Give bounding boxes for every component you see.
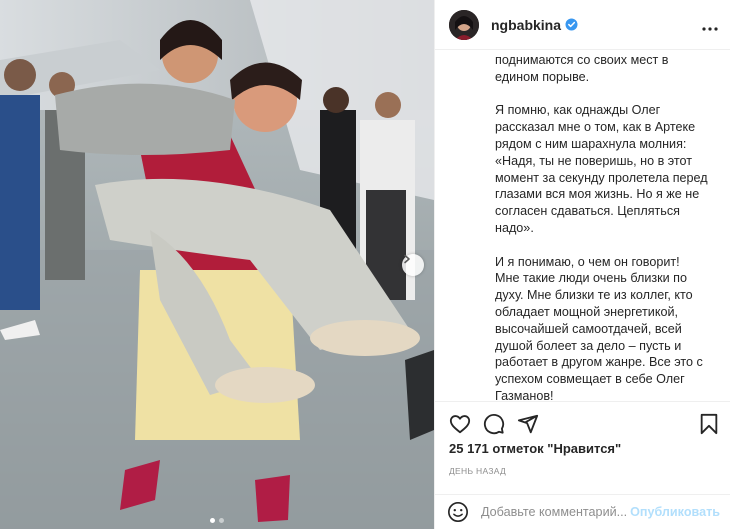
caption-line: духу. Мне близки те из коллег, кто xyxy=(495,288,693,303)
avatar[interactable] xyxy=(449,9,479,40)
verified-badge-icon xyxy=(565,18,578,31)
caption-line: Газманов! xyxy=(495,388,554,402)
caption-line: успехом совмещает в себе Олег xyxy=(495,372,685,387)
photo-scene xyxy=(0,0,434,529)
bookmark-icon xyxy=(700,413,718,435)
emoji-button[interactable] xyxy=(447,501,469,523)
post-photo[interactable] xyxy=(0,0,434,529)
caption-text: поднимаются со своих мест в едином порыв… xyxy=(495,52,715,402)
caption-line: едином порыве. xyxy=(495,69,590,84)
caption-paragraph: И я понимаю, о чем он говорит! Мне такие… xyxy=(495,254,715,402)
post-sidebar: ngbabkina поднимаются со своих мест в ед… xyxy=(434,0,730,529)
caption-line: момент за секунду пролетела перед xyxy=(495,170,708,185)
username-link[interactable]: ngbabkina xyxy=(491,17,561,33)
more-horizontal-icon xyxy=(702,26,718,31)
caption-paragraph: поднимаются со своих мест в едином порыв… xyxy=(495,52,715,86)
caption-scroll-area[interactable]: поднимаются со своих мест в едином порыв… xyxy=(435,50,730,402)
likes-count[interactable]: 25 171 отметок "Нравится" xyxy=(449,441,621,456)
caption-line: душой болеет за дело – пусть и xyxy=(495,338,682,353)
caption-line: рассказал мне о том, как в Артеке xyxy=(495,120,696,135)
carousel-dot xyxy=(219,518,224,523)
post-actions xyxy=(449,410,720,438)
share-icon xyxy=(517,414,539,434)
share-button[interactable] xyxy=(517,413,539,435)
comment-button[interactable] xyxy=(483,413,505,435)
carousel-next-button[interactable] xyxy=(402,254,424,276)
caption-line: И я понимаю, о чем он говорит! xyxy=(495,254,680,269)
like-button[interactable] xyxy=(449,413,471,435)
caption-line: Мне такие люди очень близки по xyxy=(495,271,688,286)
carousel-dot-active xyxy=(210,518,215,523)
emoji-icon xyxy=(448,502,468,522)
caption-line: высочайшей самоотдачей, всей xyxy=(495,321,682,336)
caption-paragraph: Я помню, как однажды Олег рассказал мне … xyxy=(495,102,715,236)
comment-icon xyxy=(483,413,505,435)
publish-button[interactable]: Опубликовать xyxy=(630,505,720,519)
caption-line: работает в другом жанре. Все это с xyxy=(495,355,703,370)
post-header: ngbabkina xyxy=(435,0,730,50)
caption-line: «Надя, ты не поверишь, но в этот xyxy=(495,153,693,168)
post-timestamp[interactable]: ДЕНЬ НАЗАД xyxy=(449,466,506,476)
avatar-image xyxy=(449,9,479,40)
more-options-button[interactable] xyxy=(702,16,718,34)
caption-line: Я помню, как однажды Олег xyxy=(495,103,661,118)
caption-line: согласен сдаваться. Цепляться xyxy=(495,204,680,219)
comment-input[interactable]: Добавьте комментарий... xyxy=(481,505,627,519)
save-button[interactable] xyxy=(698,413,720,435)
caption-line: обладает мощной энергетикой, xyxy=(495,304,679,319)
carousel-indicator xyxy=(0,518,434,523)
instagram-post: ngbabkina поднимаются со своих мест в ед… xyxy=(0,0,730,529)
comment-form: Добавьте комментарий... Опубликовать xyxy=(435,494,730,529)
chevron-right-icon xyxy=(404,254,410,264)
heart-icon xyxy=(449,415,471,434)
caption-line: глазами вся моя жизнь. Но я же не xyxy=(495,187,700,202)
caption-line: рядом с ним шарахнула молния: xyxy=(495,136,687,151)
caption-line: поднимаются со своих мест в xyxy=(495,53,669,67)
caption-line: надо». xyxy=(495,220,534,235)
